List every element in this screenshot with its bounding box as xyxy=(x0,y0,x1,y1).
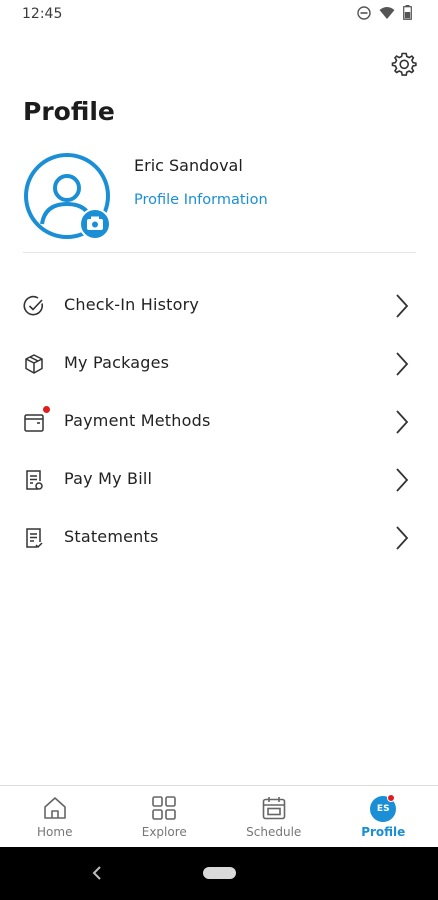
wifi-icon xyxy=(379,6,395,19)
status-icons xyxy=(357,5,412,20)
menu-item-label: Check-In History xyxy=(64,295,200,314)
bill-icon xyxy=(26,470,43,490)
menu-item-my-packages[interactable]: My Packages xyxy=(0,334,438,392)
wallet-icon xyxy=(24,414,44,432)
menu-item-payment-methods[interactable]: Payment Methods xyxy=(0,392,438,450)
menu-item-label: My Packages xyxy=(64,353,170,372)
notification-dot xyxy=(386,794,395,802)
menu-item-label: Statements xyxy=(64,527,159,546)
chevron-right-icon xyxy=(396,352,409,376)
package-icon xyxy=(25,354,43,374)
status-bar: 12:45 xyxy=(0,0,438,28)
system-nav-bar xyxy=(0,847,438,900)
nav-label: Home xyxy=(37,825,73,839)
status-time: 12:45 xyxy=(22,6,63,22)
menu-item-statements[interactable]: Statements xyxy=(0,508,438,566)
chevron-right-icon xyxy=(396,410,409,434)
back-icon[interactable] xyxy=(90,864,104,882)
home-icon xyxy=(43,797,66,819)
chevron-right-icon xyxy=(396,468,409,492)
menu-item-label: Payment Methods xyxy=(64,411,211,430)
menu-item-check-in-history[interactable]: Check-In History xyxy=(0,276,438,334)
nav-label: Profile xyxy=(361,825,406,839)
nav-label: Schedule xyxy=(246,825,302,839)
nav-tab-schedule[interactable]: Schedule xyxy=(219,786,329,847)
page-title: Profile xyxy=(23,97,115,126)
profile-menu: Check-In History My Packages Payment Met… xyxy=(0,276,438,566)
user-avatar-icon xyxy=(24,153,111,240)
nav-label: Explore xyxy=(141,825,187,839)
home-pill[interactable] xyxy=(203,867,236,879)
nav-tab-profile[interactable]: ES Profile xyxy=(329,786,438,847)
nav-tab-explore[interactable]: Explore xyxy=(110,786,220,847)
menu-item-pay-my-bill[interactable]: Pay My Bill xyxy=(0,450,438,508)
bottom-nav: Home Explore Schedule ES Profile xyxy=(0,785,438,847)
battery-icon xyxy=(403,5,412,20)
menu-item-label: Pay My Bill xyxy=(64,469,153,488)
do-not-disturb-icon xyxy=(357,5,371,20)
chevron-right-icon xyxy=(396,294,409,318)
grid-icon xyxy=(152,796,177,820)
settings-button[interactable] xyxy=(390,50,418,78)
notification-dot xyxy=(43,406,50,413)
divider xyxy=(23,252,416,253)
profile-information-link[interactable]: Profile Information xyxy=(134,192,268,208)
calendar-icon xyxy=(262,797,286,820)
gear-icon xyxy=(391,52,417,76)
statement-icon xyxy=(26,528,43,549)
profile-avatar[interactable] xyxy=(23,152,113,242)
check-circle-icon xyxy=(23,295,44,316)
user-name: Eric Sandoval xyxy=(134,156,243,175)
nav-tab-home[interactable]: Home xyxy=(0,786,110,847)
chevron-right-icon xyxy=(396,526,409,550)
